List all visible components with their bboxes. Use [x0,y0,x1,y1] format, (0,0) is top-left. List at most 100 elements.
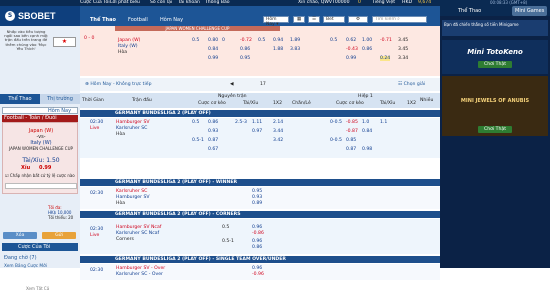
odds-value[interactable]: 3.34 [398,56,408,61]
search-input[interactable]: Tìm kiếm ⌕ [372,16,427,23]
odds-value[interactable]: 0.95 [252,189,262,194]
today-filter[interactable]: ⊕ Hôm Nay - Không trực tiếp [85,82,152,87]
stake-input[interactable] [5,183,77,189]
odds-value[interactable]: -0.43 [346,47,358,52]
odds-value[interactable]: 3.44 [273,129,283,134]
odds-value[interactable]: 0.84 [208,47,218,52]
betslip-period[interactable]: Hôm Nay [48,108,71,114]
odds-value[interactable]: 0.93 [208,129,218,134]
away-team[interactable]: Hamburger SV [116,195,150,200]
play-button[interactable]: Chơi Thật [478,61,512,68]
odds-value[interactable]: 3.83 [290,47,300,52]
sbobet-logo[interactable]: S SBOBET [0,6,80,26]
nav-sports[interactable]: Thể Thao [90,17,116,23]
play-button[interactable]: Chơi Thật [478,126,512,133]
away-team[interactable]: Karlsruher SC - Over [116,272,163,277]
odds-value[interactable]: 0.96 [252,266,262,271]
bet-button[interactable]: Bet [323,16,345,23]
odds-value[interactable]: 0.89 [252,201,262,206]
favorite-star-icon[interactable]: ★ [53,37,76,47]
settings-icon[interactable]: ⚙ [348,16,368,23]
odds-value[interactable]: -0.85 [346,120,358,125]
tab-markets[interactable]: Thị trường [40,94,80,104]
nav-football[interactable]: Football [128,17,148,23]
prev-page-icon[interactable]: ◀ [230,82,234,87]
new-bets-link[interactable]: Xem Bảng Cược Mới [4,264,47,269]
league-picker-label: Chọn giải [403,82,426,87]
odds-value[interactable]: 0.86 [362,47,372,52]
home-team[interactable]: Hamburger SV - Over [116,266,165,271]
odds-value[interactable]: 0.97 [252,129,262,134]
away-team[interactable]: Karlsruher SC Ncaf [116,231,159,236]
odds-value[interactable]: 0.96 [252,225,262,230]
odds-value[interactable]: 0.5 [192,38,199,43]
odds-value[interactable]: 0.67 [208,147,218,152]
odds-value[interactable]: 0.80 [208,38,218,43]
my-bets-header[interactable]: Cược Của Tôi [2,243,78,251]
odds-value[interactable]: 1.11 [252,120,262,125]
odds-value[interactable]: 0.94 [273,38,283,43]
odds-value[interactable]: 0 [222,38,225,43]
odds-value[interactable]: 0.5 [330,38,337,43]
top-match-home[interactable]: Japan (W) [118,38,140,43]
grid-view-icon[interactable]: ▦ [293,16,305,23]
odds-value[interactable]: 0.5-1 [192,138,204,143]
tab-sports[interactable]: Thể Thao [0,94,40,104]
accept-any-odds-checkbox[interactable]: ☑ Chấp nhận bất cứ tỷ lệ cược nào [5,173,75,178]
mini-games-tab[interactable]: Mini Games [512,6,548,16]
odds-value[interactable]: -0.72 [240,38,252,43]
league-header[interactable]: GERMANY BUNDESLIGA 2 (PLAY OFF) - CORNER… [80,211,440,218]
odds-value[interactable]: 0.24 [380,56,391,61]
odds-value[interactable]: 3.45 [398,38,408,43]
odds-value[interactable]: 1.1 [380,120,387,125]
period-dropdown[interactable]: Hôm Nay ▾ [263,16,289,27]
league-picker[interactable]: ☷ Chọn giải [398,82,425,87]
odds-value[interactable]: 0.96 [252,239,262,244]
odds-value[interactable]: 0-0.5 [330,120,342,125]
odds-value[interactable]: 1.00 [362,38,372,43]
odds-value[interactable]: 1.88 [273,47,283,52]
odds-value[interactable]: -0.71 [380,38,392,43]
nav-today[interactable]: Hôm Nay [160,17,183,23]
home-team[interactable]: Karlsruher SC [116,189,147,194]
odds-value[interactable]: 0.99 [208,56,218,61]
odds-value[interactable]: 1.0 [362,120,369,125]
home-team[interactable]: Hamburger SV [116,120,150,125]
home-team[interactable]: Hamburger SV Ncaf [116,225,161,230]
odds-value[interactable]: 0.86 [252,245,262,250]
odds-value[interactable]: 0.93 [252,195,262,200]
odds-value[interactable]: 0-0.5 [330,138,342,143]
odds-value[interactable]: 0.99 [346,56,356,61]
match-time: 02:30 [90,191,104,196]
top-match-away[interactable]: Italy (W) [118,44,138,49]
odds-value[interactable]: 2.14 [273,120,283,125]
away-team[interactable]: Karlsruher SC [116,126,147,131]
odds-value[interactable]: 0.5 [192,120,199,125]
league-header[interactable]: GERMANY BUNDESLIGA 2 (PLAY OFF) [80,110,440,117]
cancel-button[interactable]: Xóa [3,232,37,239]
list-view-icon[interactable]: ☰ [308,16,320,23]
odds-value[interactable]: 0.86 [208,120,218,125]
waiting-bets[interactable]: Đang chờ (7) [4,255,37,261]
league-header[interactable]: GERMANY BUNDESLIGA 2 (PLAY OFF) - SINGLE… [80,256,440,263]
odds-value[interactable]: -0.87 [346,129,358,134]
minitotokeno-ad[interactable]: Mini TotoKeno [442,40,548,74]
odds-value[interactable]: 0.95 [240,56,250,61]
view-all-link[interactable]: Xem Tất Cả [26,286,49,291]
odds-value[interactable]: 0.98 [362,147,372,152]
odds-value[interactable]: -0.86 [252,231,264,236]
odds-value[interactable]: 0.87 [208,138,218,143]
submit-button[interactable]: Gửi [42,232,76,239]
odds-value[interactable]: 0.62 [346,38,356,43]
odds-value[interactable]: 1.89 [290,38,300,43]
league-header[interactable]: GERMANY BUNDESLIGA 2 (PLAY OFF) - WINNER [80,179,440,186]
odds-value[interactable]: 0.85 [346,138,356,143]
odds-value[interactable]: 2.5-3 [235,120,247,125]
odds-value[interactable]: 0.86 [240,47,250,52]
odds-value[interactable]: 3.45 [398,47,408,52]
odds-value[interactable]: 3.42 [273,138,283,143]
odds-value[interactable]: 0.87 [346,147,356,152]
odds-value[interactable]: 0.84 [362,129,372,134]
odds-value[interactable]: 0.5 [258,38,265,43]
odds-value[interactable]: -0.96 [252,272,264,277]
